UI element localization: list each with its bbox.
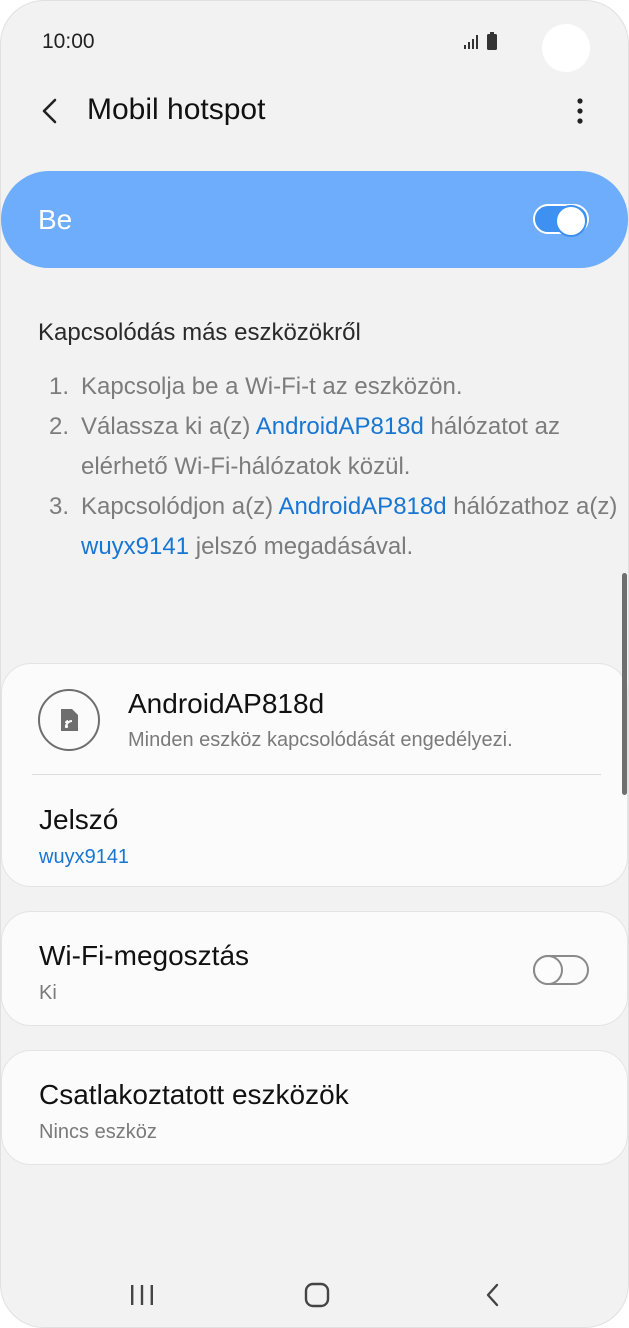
instructions-title: Kapcsolódás más eszközökről	[38, 319, 361, 346]
password-row[interactable]: Jelszó wuyx9141	[2, 776, 627, 886]
app-bar: Mobil hotspot	[1, 81, 628, 141]
hotspot-icon	[38, 689, 100, 751]
step-number: 2.	[49, 413, 70, 440]
toggle-knob	[555, 205, 587, 237]
step-text: Kapcsolódjon a(z) AndroidAP818d hálózath…	[81, 487, 624, 567]
nav-back-button[interactable]	[468, 1275, 518, 1315]
step-number: 3.	[49, 493, 70, 520]
scrollbar[interactable]	[622, 573, 627, 795]
toggle-knob	[533, 955, 563, 985]
connected-devices-status: Nincs eszköz	[39, 1121, 157, 1143]
network-name: AndroidAP818d	[128, 688, 325, 719]
wifi-sharing-status: Ki	[39, 982, 57, 1004]
divider	[32, 774, 601, 775]
network-settings-card: AndroidAP818d Minden eszköz kapcsolódásá…	[1, 663, 628, 887]
password-link: wuyx9141	[81, 533, 190, 560]
network-description: Minden eszköz kapcsolódását engedélyezi.	[128, 729, 513, 751]
connected-devices-title: Csatlakoztatott eszközök	[39, 1079, 349, 1110]
hotspot-master-switch[interactable]: Be	[1, 171, 628, 268]
status-bar: 10:00	[1, 1, 628, 81]
camera-cutout	[542, 24, 590, 72]
password-value: wuyx9141	[39, 846, 130, 868]
step-number: 1.	[49, 373, 70, 400]
back-arrow-icon	[42, 98, 57, 124]
battery-icon	[487, 34, 497, 50]
instruction-step-1: 1. Kapcsolja be a Wi-Fi-t az eszközön.	[49, 367, 624, 407]
step-text-part: hálózathoz a(z)	[446, 493, 618, 520]
step-text-part: Kapcsolódjon a(z)	[81, 493, 279, 520]
network-name-link: AndroidAP818d	[255, 413, 424, 440]
connected-devices-row[interactable]: Csatlakoztatott eszközök Nincs eszköz	[1, 1050, 628, 1165]
step-text: Válassza ki a(z) AndroidAP818d hálózatot…	[81, 407, 624, 487]
back-icon	[486, 1283, 499, 1307]
wifi-sharing-toggle[interactable]	[533, 955, 589, 985]
recents-button[interactable]	[117, 1275, 167, 1315]
recents-icon	[131, 1285, 153, 1305]
page-title: Mobil hotspot	[87, 93, 266, 126]
more-vert-icon	[577, 98, 583, 124]
wifi-sharing-title: Wi-Fi-megosztás	[39, 940, 250, 971]
step-text-part: jelszó megadásával.	[189, 533, 414, 560]
master-switch-label: Be	[38, 204, 73, 235]
step-text: Kapcsolja be a Wi-Fi-t az eszközön.	[81, 367, 624, 407]
wifi-sharing-row[interactable]: Wi-Fi-megosztás Ki	[1, 911, 628, 1026]
navigation-bar	[1, 1263, 628, 1327]
home-button[interactable]	[292, 1275, 342, 1315]
more-options-button[interactable]	[563, 91, 597, 131]
hotspot-toggle[interactable]	[533, 204, 589, 237]
step-text-part: Kapcsolja be a Wi-Fi-t az eszközön.	[81, 373, 463, 400]
password-title: Jelszó	[39, 804, 119, 835]
network-name-row[interactable]: AndroidAP818d Minden eszköz kapcsolódásá…	[2, 664, 627, 774]
status-time: 10:00	[42, 30, 95, 53]
phone-screen: 10:00 Mobil hotspot Be Kapcsolódás más e…	[0, 0, 629, 1328]
network-name-link: AndroidAP818d	[278, 493, 447, 520]
instruction-steps: 1. Kapcsolja be a Wi-Fi-t az eszközön. 2…	[49, 367, 624, 567]
back-button[interactable]	[31, 91, 69, 131]
instruction-step-2: 2. Válassza ki a(z) AndroidAP818d hálóza…	[49, 407, 624, 487]
signal-battery-icons	[463, 31, 507, 53]
instruction-step-3: 3. Kapcsolódjon a(z) AndroidAP818d hálóz…	[49, 487, 624, 567]
home-icon	[304, 1282, 330, 1308]
step-text-part: Válassza ki a(z)	[81, 413, 256, 440]
signal-icon	[464, 32, 497, 50]
